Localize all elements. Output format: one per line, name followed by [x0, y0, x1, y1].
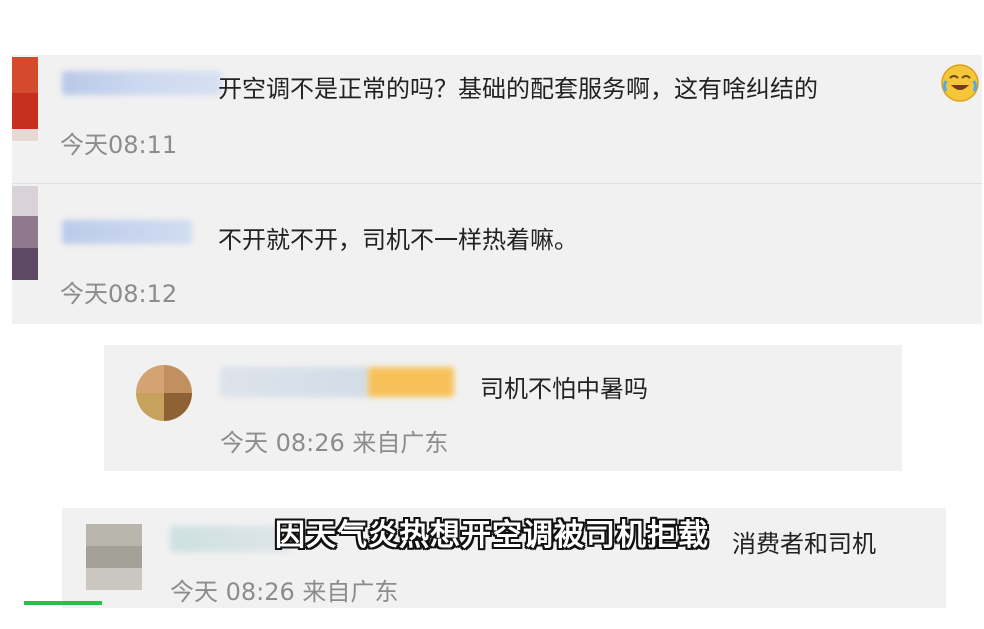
avatar[interactable]: [136, 365, 192, 421]
comment-time: 今天08:11: [60, 131, 178, 159]
username-blurred[interactable]: [220, 367, 370, 397]
avatar[interactable]: [12, 186, 38, 280]
badge-blurred: [368, 367, 454, 397]
reply-card-1: 司机不怕中暑吗 今天 08:26 来自广东: [104, 345, 902, 471]
reply-time: 今天 08:26 来自广东: [220, 429, 449, 457]
comment-card-2: 不开就不开，司机不一样热着嘛。 今天08:12: [12, 184, 982, 324]
avatar[interactable]: [12, 57, 38, 141]
comment-card-1: 开空调不是正常的吗？基础的配套服务啊，这有啥纠结的 今天08:11: [12, 55, 982, 183]
username-blurred[interactable]: [62, 71, 222, 95]
progress-indicator: [24, 601, 102, 605]
comment-text: 开空调不是正常的吗？基础的配套服务啊，这有啥纠结的: [218, 75, 818, 103]
reply-time: 今天 08:26 来自广东: [170, 578, 399, 606]
comment-time: 今天08:12: [60, 280, 178, 308]
reply-text: 司机不怕中暑吗: [480, 375, 648, 403]
crying-laughing-emoji-icon: [941, 64, 979, 102]
video-subtitle: 因天气炎热想开空调被司机拒载: [275, 518, 709, 553]
comment-text: 不开就不开，司机不一样热着嘛。: [218, 226, 578, 254]
username-blurred[interactable]: [62, 220, 192, 244]
